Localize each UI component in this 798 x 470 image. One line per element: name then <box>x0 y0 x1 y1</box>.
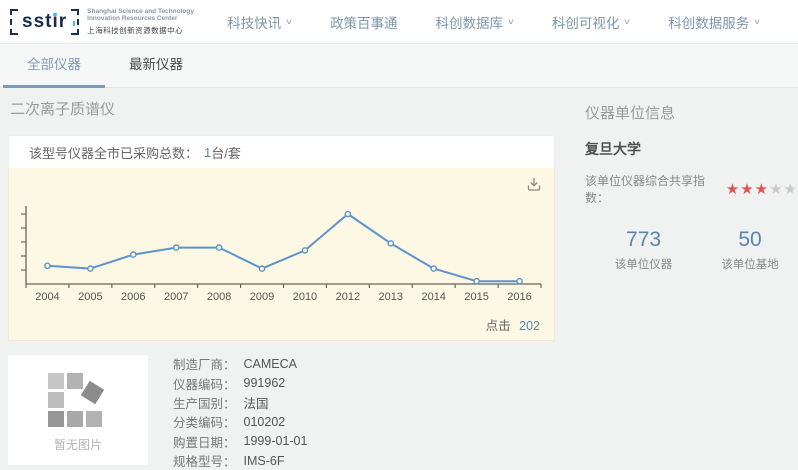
chevron-down-icon: ∨ <box>507 17 515 26</box>
sidebar-title: 仪器单位信息 <box>585 102 798 123</box>
page: sstir Shanghai Science and Technology In… <box>0 0 798 465</box>
detail-value: CAMECA <box>244 357 297 371</box>
stat-label-bases: 该单位基地 <box>702 256 798 272</box>
chevron-down-icon: ∨ <box>623 17 631 26</box>
unit-stats: 773 该单位仪器 50 该单位基地 <box>585 228 798 272</box>
top-navbar: sstir Shanghai Science and Technology In… <box>0 0 798 44</box>
star-filled-icon: ★ <box>740 181 754 198</box>
chevron-down-icon: ∨ <box>285 17 293 26</box>
purchase-chart-card: 该型号仪器全市已采购总数： 1 台/套 2004 2005 2006 2007 2008… <box>8 135 555 341</box>
svg-text:2012: 2012 <box>336 291 360 303</box>
detail-value: 010202 <box>244 415 286 429</box>
download-icon[interactable] <box>526 176 542 192</box>
nav-item-tech-news[interactable]: 科技快讯 ∨ <box>227 12 292 32</box>
detail-row-manufacturer: 制造厂商： CAMECA <box>173 354 307 373</box>
tab-newest-instruments[interactable]: 最新仪器 <box>105 44 207 88</box>
detail-row-purchase-date: 购置日期： 1999-01-01 <box>173 432 307 451</box>
detail-label: 生产国别： <box>173 393 236 412</box>
star-filled-icon: ★ <box>726 181 740 198</box>
purchase-total-label: 该型号仪器全市已采购总数： <box>29 143 198 162</box>
star-empty-icon: ★ <box>784 181 798 198</box>
svg-text:2005: 2005 <box>78 291 102 303</box>
unit-info-sidebar: 仪器单位信息 复旦大学 该单位仪器综合共享指数： ★★★★★ 773 该单位仪器… <box>585 88 798 465</box>
nav-item-policy[interactable]: 政策百事通 <box>330 12 398 32</box>
nav-item-label: 科创数据库 <box>436 12 504 32</box>
logo-brand: sstir <box>18 9 71 35</box>
main-content: 二次离子质谱仪 该型号仪器全市已采购总数： 1 台/套 2004 2005 2006… <box>0 88 798 465</box>
svg-text:2006: 2006 <box>121 291 145 303</box>
svg-text:2010: 2010 <box>293 291 317 303</box>
clicks-counter: 点击 202 <box>486 315 540 334</box>
detail-label: 仪器编码： <box>173 374 236 393</box>
logo-subtitle-zh: 上海科技创新资源数据中心 <box>87 25 199 36</box>
svg-text:2004: 2004 <box>35 291 59 303</box>
stat-value-bases[interactable]: 50 <box>702 228 798 252</box>
detail-row-model: 规格型号： IMS-6F <box>173 451 307 470</box>
detail-label: 制造厂商： <box>173 354 236 373</box>
sharing-index-label: 该单位仪器综合共享指数： <box>585 172 724 206</box>
nav-item-visualization[interactable]: 科创可视化 ∨ <box>552 12 630 32</box>
detail-value: IMS-6F <box>244 454 285 468</box>
stat-unit-instruments: 773 该单位仪器 <box>585 228 702 272</box>
nav-item-label: 科技快讯 <box>227 12 281 32</box>
logo-bracket-left-icon <box>10 9 18 35</box>
svg-text:2007: 2007 <box>164 291 188 303</box>
detail-value: 法国 <box>244 393 269 412</box>
detail-label: 购置日期： <box>173 432 236 451</box>
chevron-down-icon: ∨ <box>753 17 761 26</box>
svg-text:2008: 2008 <box>207 291 231 303</box>
nav-item-data-service[interactable]: 科创数据服务 ∨ <box>668 12 760 32</box>
chart-area: 2004 2005 2006 2007 2008 2009 2010 2012 2013 2014… <box>8 168 555 341</box>
tab-bar: 全部仪器 最新仪器 <box>0 44 798 88</box>
instrument-image-placeholder: 暂无图片 <box>8 355 148 465</box>
nav-item-label: 科创数据服务 <box>668 12 749 32</box>
page-title: 二次离子质谱仪 <box>10 98 115 119</box>
detail-row-instrument-code: 仪器编码： 991962 <box>173 373 307 392</box>
sharing-index-row: 该单位仪器综合共享指数： ★★★★★ <box>585 172 798 206</box>
organization-name: 复旦大学 <box>585 139 798 159</box>
purchase-total-unit: 台/套 <box>211 143 241 162</box>
stat-value-instruments[interactable]: 773 <box>585 228 702 252</box>
purchase-total-value: 1 <box>204 145 211 160</box>
svg-text:2016: 2016 <box>507 291 531 303</box>
no-image-icon <box>48 373 114 425</box>
detail-value: 1999-01-01 <box>244 434 308 448</box>
star-empty-icon: ★ <box>769 181 783 198</box>
detail-row-country: 生产国别： 法国 <box>173 393 307 412</box>
logo-text: Shanghai Science and Technology Innovati… <box>87 8 199 36</box>
svg-text:2014: 2014 <box>421 291 445 303</box>
star-rating: ★★★★★ <box>726 182 798 197</box>
purchase-trend-line-chart: 2004 2005 2006 2007 2008 2009 2010 2012 2013 2014… <box>9 168 556 341</box>
logo-bracket-right-icon <box>71 9 79 35</box>
stat-label-instruments: 该单位仪器 <box>585 256 702 272</box>
tab-all-instruments[interactable]: 全部仪器 <box>3 44 105 88</box>
detail-label: 分类编码： <box>173 412 236 431</box>
nav-item-label: 政策百事通 <box>330 12 398 32</box>
sstir-logo[interactable]: sstir Shanghai Science and Technology In… <box>10 8 199 36</box>
nav-item-database[interactable]: 科创数据库 ∨ <box>436 12 514 32</box>
sstir-logo-mark: sstir <box>10 8 79 36</box>
nav-item-label: 科创可视化 <box>552 12 620 32</box>
instrument-detail-list: 制造厂商： CAMECA 仪器编码： 991962 生产国别： 法国 分类编码：… <box>173 354 307 470</box>
svg-text:2013: 2013 <box>379 291 403 303</box>
no-image-text: 暂无图片 <box>8 436 148 453</box>
svg-text:2009: 2009 <box>250 291 274 303</box>
stat-unit-bases: 50 该单位基地 <box>702 228 798 272</box>
star-filled-icon: ★ <box>755 181 769 198</box>
chart-card-header: 该型号仪器全市已采购总数： 1 台/套 <box>8 135 555 168</box>
detail-row-category-code: 分类编码： 010202 <box>173 412 307 431</box>
svg-text:2015: 2015 <box>464 291 488 303</box>
clicks-value: 202 <box>519 319 540 333</box>
logo-subtitle-en: Shanghai Science and Technology Innovati… <box>87 8 199 23</box>
clicks-label: 点击 <box>486 319 511 333</box>
detail-value: 991962 <box>244 376 286 390</box>
detail-label: 规格型号： <box>173 451 236 470</box>
nav-menu: 科技快讯 ∨ 政策百事通 科创数据库 ∨ 科创可视化 ∨ 科创数据服务 ∨ 科研… <box>227 12 798 32</box>
